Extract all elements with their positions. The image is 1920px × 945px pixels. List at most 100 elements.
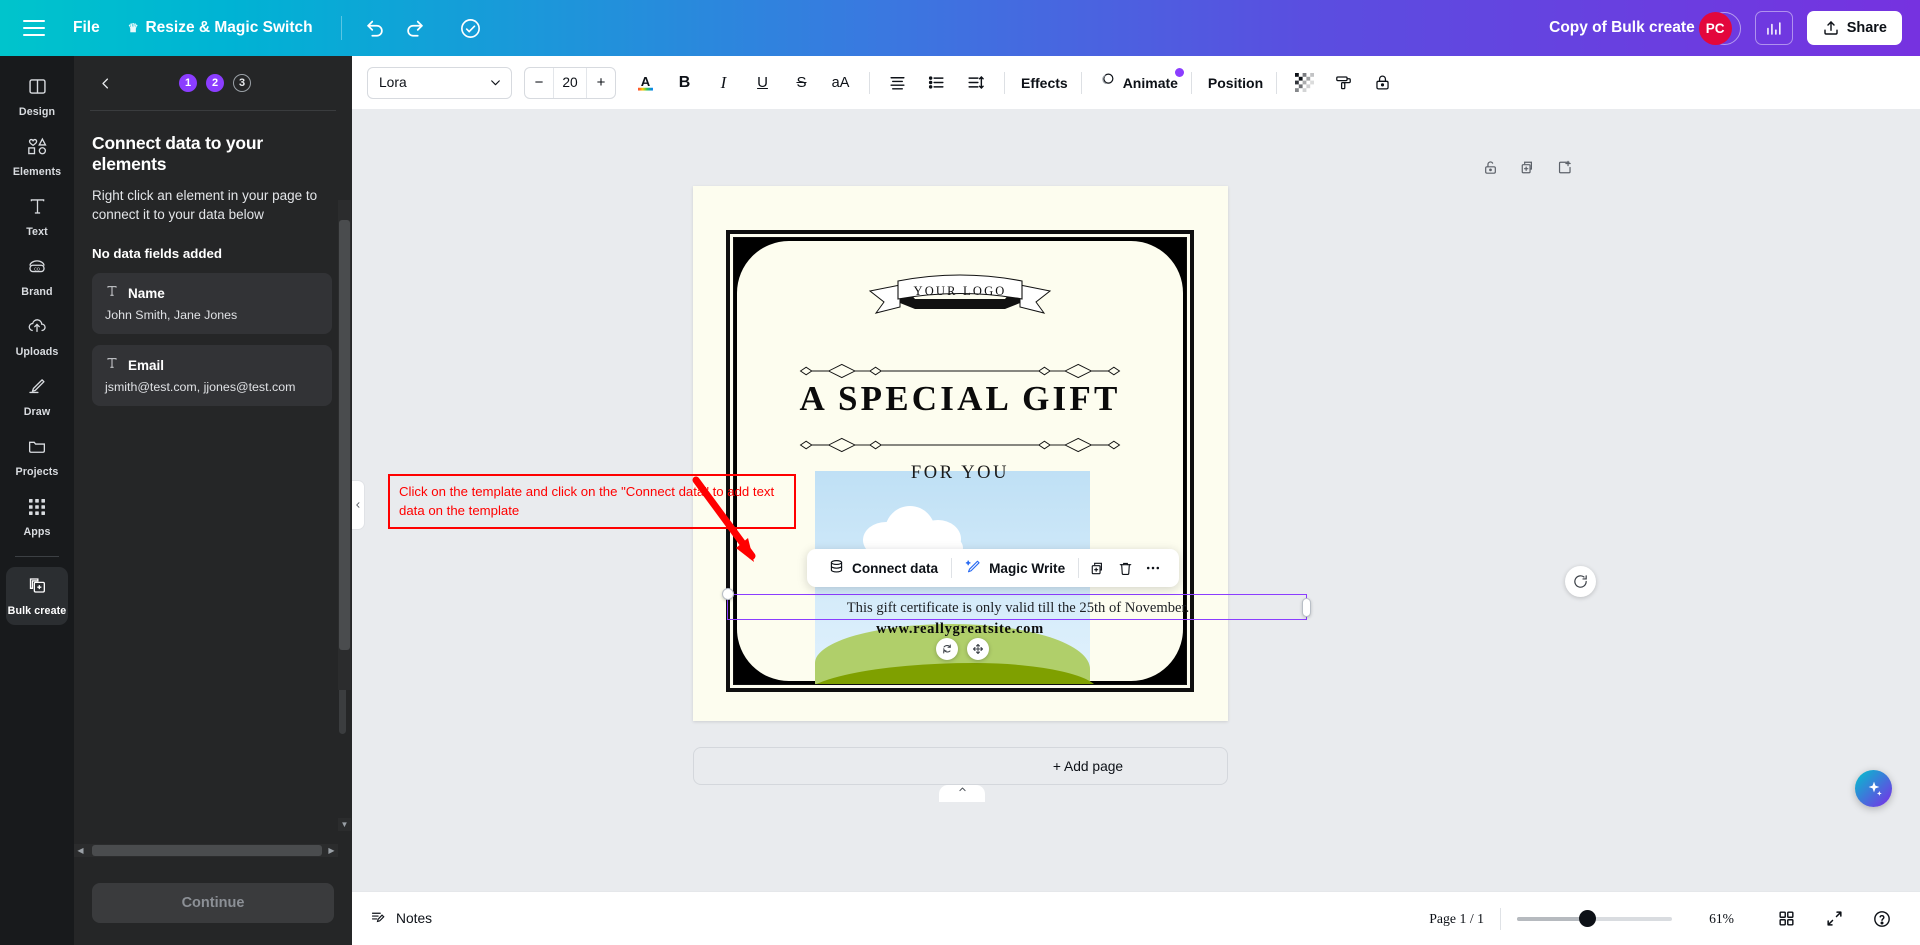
step-2[interactable]: 2 [206,74,224,92]
zoom-slider-knob[interactable] [1579,909,1596,927]
logo-banner[interactable]: YOUR LOGO [737,269,1183,327]
font-family-select[interactable]: Lora [367,66,512,99]
status-bar: Notes Page 1 / 1 61% [352,891,1920,945]
step-1[interactable]: 1 [179,74,197,92]
comment-icon[interactable] [1565,566,1596,597]
toolbar-divider [869,71,870,94]
redo-icon[interactable] [398,11,432,45]
website-text[interactable]: www.reallygreatsite.com [737,621,1183,638]
step-2-label: 2 [211,77,219,89]
for-you-text[interactable]: FOR YOU [737,463,1183,484]
underline-label: U [757,74,768,91]
resize-magic-switch-button[interactable]: ♛ Resize & Magic Switch [128,19,313,37]
effects-button[interactable]: Effects [1021,75,1068,91]
bulk-create-panel: 1 2 3 Connect data to your elements Righ… [74,56,352,945]
lock-icon[interactable] [1367,67,1398,98]
panel-scrollbar[interactable] [338,200,351,690]
align-icon[interactable] [882,67,913,98]
rotate-icon[interactable] [936,638,958,660]
position-button[interactable]: Position [1208,75,1263,91]
italic-label: I [720,72,727,92]
undo-icon[interactable] [358,11,392,45]
crown-icon: ♛ [127,21,139,35]
decrease-font-size-button[interactable]: − [525,68,553,98]
increase-font-size-button[interactable]: + [587,68,615,98]
sidebar-item-design[interactable]: Design [6,68,68,126]
grid-view-icon[interactable] [1770,903,1802,935]
line-spacing-icon[interactable] [960,67,991,98]
share-button[interactable]: Share [1806,11,1902,45]
add-page-icon[interactable] [1556,159,1573,181]
list-item[interactable]: Name John Smith, Jane Jones [92,273,332,335]
field-header: Email [105,356,319,375]
scroll-left-arrow[interactable]: ◀ [74,844,87,857]
continue-button[interactable]: Continue [92,883,334,923]
add-page-button[interactable]: + Add page [693,747,1228,785]
connect-data-button[interactable]: Connect data [819,558,947,578]
sidebar-item-elements[interactable]: Elements [6,128,68,186]
bulk-create-icon [27,575,48,601]
help-circle-icon[interactable] [1866,903,1898,935]
zoom-slider[interactable] [1517,909,1672,927]
magic-sparkle-icon[interactable] [1855,770,1892,807]
field-name: Email [128,358,165,374]
document-title[interactable]: Copy of Bulk create [1549,19,1695,37]
panel-header: 1 2 3 [74,56,352,96]
letter-case-button[interactable]: aA [825,67,856,98]
font-size-input[interactable]: 20 [553,67,587,98]
zoom-level[interactable]: 61% [1694,911,1734,927]
sidebar-item-brand[interactable]: co Brand [6,248,68,306]
expand-icon[interactable] [1818,903,1850,935]
sidebar-item-label: Projects [15,466,59,478]
avatar-initials: PC [1705,20,1725,36]
transparency-icon[interactable] [1289,67,1320,98]
file-menu-button[interactable]: File [73,19,100,37]
duplicate-icon[interactable] [1083,554,1111,582]
selected-text-element[interactable]: This gift certificate is only valid till… [722,588,1311,620]
bold-button[interactable]: B [669,67,700,98]
duplicate-page-icon[interactable] [1519,159,1536,181]
collapse-panel-button[interactable] [352,480,365,530]
scroll-right-arrow[interactable]: ▶ [325,844,338,857]
panel-horizontal-scrollbar[interactable]: ◀ ▶ [74,844,338,857]
trash-icon[interactable] [1111,554,1139,582]
avatar[interactable]: PC [1698,11,1732,45]
text-color-icon[interactable]: A [630,67,661,98]
hamburger-icon[interactable] [23,20,45,36]
list-item[interactable]: Email jsmith@test.com, jjones@test.com [92,345,332,407]
sidebar-item-bulk-create[interactable]: Bulk create [6,567,68,625]
bullet-list-icon[interactable] [921,67,952,98]
connect-data-label: Connect data [852,560,939,576]
cloud-sync-icon[interactable] [454,11,488,45]
certificate-title[interactable]: A SPECIAL GIFT [737,379,1183,419]
font-size-stepper: − 20 + [524,66,616,99]
notes-button[interactable]: Notes [370,909,432,929]
bar-chart-icon[interactable] [1754,11,1793,45]
context-divider [1078,558,1080,578]
share-label: Share [1846,20,1887,36]
italic-button[interactable]: I [708,67,739,98]
statusbar-divider [1500,907,1501,930]
paint-roller-icon[interactable] [1328,67,1359,98]
underline-button[interactable]: U [747,67,778,98]
strikethrough-button[interactable]: S [786,67,817,98]
magic-write-button[interactable]: Magic Write [956,558,1074,578]
step-3[interactable]: 3 [233,74,251,92]
move-icon[interactable] [967,638,989,660]
unlock-icon[interactable] [1482,159,1499,181]
animate-button[interactable]: Animate [1098,68,1184,94]
font-family-value: Lora [379,75,407,90]
sidebar-item-uploads[interactable]: Uploads [6,308,68,366]
sidebar-item-apps[interactable]: Apps [6,488,68,546]
expand-pages-button[interactable] [939,785,985,802]
page-indicator[interactable]: Page 1 / 1 [1429,911,1484,927]
magic-write-label: Magic Write [989,560,1066,576]
chevron-left-icon[interactable] [92,70,118,96]
zoom-slider-fill [1517,916,1587,921]
logo-text: YOUR LOGO [913,284,1007,298]
scroll-down-arrow[interactable]: ▼ [338,818,351,831]
sidebar-item-draw[interactable]: Draw [6,368,68,426]
sidebar-item-projects[interactable]: Projects [6,428,68,486]
more-dots-icon[interactable] [1139,554,1167,582]
sidebar-item-text[interactable]: Text [6,188,68,246]
